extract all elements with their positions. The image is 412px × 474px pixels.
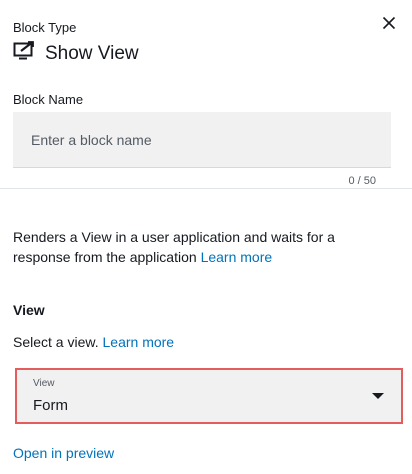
close-icon <box>382 16 396 35</box>
view-select-prompt: Select a view. Learn more <box>13 334 174 350</box>
page-title: Show View <box>45 42 139 64</box>
block-name-label: Block Name <box>13 92 84 107</box>
view-select-dropdown[interactable]: View Form <box>15 368 403 424</box>
learn-more-link[interactable]: Learn more <box>201 249 273 265</box>
block-type-label: Block Type <box>13 20 77 35</box>
show-view-block-panel: Block Type Show View Block Name 0 / 50 R… <box>0 0 412 474</box>
show-view-icon <box>13 41 35 66</box>
view-select-label: View <box>33 378 55 389</box>
select-prompt-text: Select a view. <box>13 334 99 350</box>
open-in-preview-link[interactable]: Open in preview <box>13 445 114 461</box>
close-button[interactable] <box>378 14 400 36</box>
view-select-value: Form <box>33 397 68 414</box>
char-counter: 0 / 50 <box>348 175 376 187</box>
block-description: Renders a View in a user application and… <box>13 227 373 267</box>
view-learn-more-link[interactable]: Learn more <box>103 334 175 350</box>
view-section-heading: View <box>13 302 45 318</box>
block-name-field-container <box>13 112 391 168</box>
section-divider <box>0 188 412 189</box>
caret-down-icon <box>372 393 384 399</box>
page-title-row: Show View <box>13 41 139 66</box>
description-text: Renders a View in a user application and… <box>13 229 335 265</box>
block-name-input[interactable] <box>13 112 391 167</box>
